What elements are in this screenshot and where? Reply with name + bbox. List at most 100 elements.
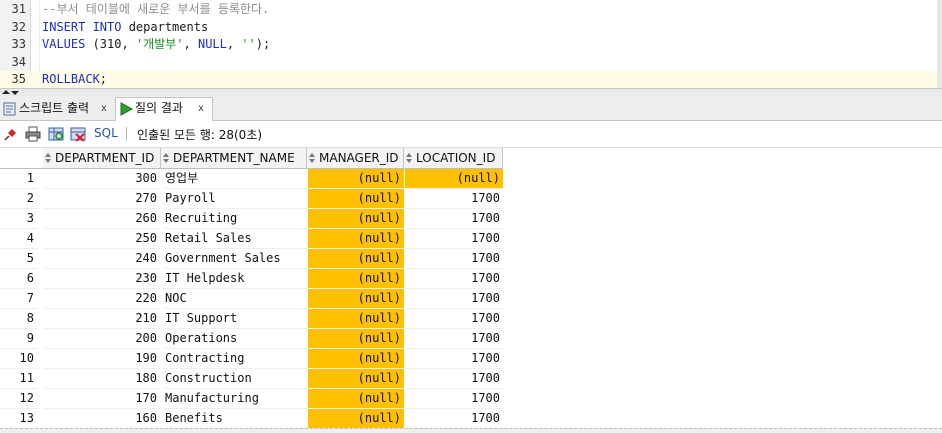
code-text[interactable]: ROLLBACK; [42, 71, 107, 88]
department-name-cell[interactable]: Contracting [163, 349, 307, 369]
department-name-cell[interactable]: IT Support [163, 309, 307, 329]
code-token: ROLLBACK [42, 72, 100, 87]
close-icon[interactable]: x [198, 98, 204, 119]
table-row[interactable]: 4 250 Retail Sales (null) 1700 [0, 229, 942, 249]
location-id-cell[interactable]: 1700 [405, 289, 503, 309]
department-name-cell[interactable]: Recruiting [163, 209, 307, 229]
department-id-cell[interactable]: 170 [44, 389, 160, 409]
location-id-cell-text: 1700 [471, 311, 500, 325]
collapse-down-icon[interactable] [11, 91, 19, 95]
table-row[interactable]: 8 210 IT Support (null) 1700 [0, 309, 942, 329]
table-row[interactable]: 2 270 Payroll (null) 1700 [0, 189, 942, 209]
table-row[interactable]: 13 160 Benefits (null) 1700 [0, 409, 942, 429]
close-icon[interactable]: x [101, 98, 107, 119]
location-id-cell[interactable]: 1700 [405, 249, 503, 269]
row-number-cell-text: 11 [19, 371, 34, 385]
column-header-manager-id[interactable]: MANAGER_ID [307, 148, 404, 169]
column-header-department-name[interactable]: DEPARTMENT_NAME [161, 148, 307, 169]
table-row[interactable]: 7 220 NOC (null) 1700 [0, 289, 942, 309]
sql-button[interactable]: SQL [94, 126, 118, 140]
department-name-cell[interactable]: IT Helpdesk [163, 269, 307, 289]
column-header-department-id[interactable]: DEPARTMENT_ID [43, 148, 161, 169]
table-row[interactable]: 11 180 Construction (null) 1700 [0, 369, 942, 389]
location-id-cell[interactable]: 1700 [405, 229, 503, 249]
refresh-icon[interactable] [48, 126, 64, 142]
location-id-cell[interactable]: 1700 [405, 349, 503, 369]
department-id-cell[interactable]: 210 [44, 309, 160, 329]
location-id-cell[interactable]: 1700 [405, 389, 503, 409]
code-line[interactable]: 33 VALUES (310, '개발부', NULL, ''); [0, 36, 942, 53]
manager-id-cell[interactable]: (null) [308, 329, 404, 349]
table-row[interactable]: 5 240 Government Sales (null) 1700 [0, 249, 942, 269]
department-name-cell[interactable]: Benefits [163, 409, 307, 429]
manager-id-cell[interactable]: (null) [308, 209, 404, 229]
department-id-cell[interactable]: 220 [44, 289, 160, 309]
code-line[interactable]: 31 --부서 테이블에 새로운 부서를 등록한다. [0, 1, 942, 18]
department-name-cell[interactable]: Construction [163, 369, 307, 389]
department-id-cell[interactable]: 250 [44, 229, 160, 249]
department-id-cell[interactable]: 160 [44, 409, 160, 429]
manager-id-cell[interactable]: (null) [308, 369, 404, 389]
print-icon[interactable] [25, 126, 41, 142]
department-name-cell[interactable]: Operations [163, 329, 307, 349]
department-name-cell[interactable]: Payroll [163, 189, 307, 209]
table-row[interactable]: 6 230 IT Helpdesk (null) 1700 [0, 269, 942, 289]
department-name-cell[interactable]: Government Sales [163, 249, 307, 269]
sql-editor[interactable]: 31 --부서 테이블에 새로운 부서를 등록한다. 32 INSERT INTO d… [0, 0, 942, 89]
code-line[interactable]: 32 INSERT INTO departments [0, 19, 942, 36]
department-name-cell[interactable]: Manufacturing [163, 389, 307, 409]
location-id-cell[interactable]: 1700 [405, 209, 503, 229]
department-id-cell[interactable]: 180 [44, 369, 160, 389]
table-row[interactable]: 3 260 Recruiting (null) 1700 [0, 209, 942, 229]
tab-script-output[interactable]: 스크립트 출력 x [0, 98, 113, 119]
department-name-cell-text: 영업부 [165, 171, 199, 185]
location-id-cell[interactable]: 1700 [405, 369, 503, 389]
editor-scrollbar[interactable] [937, 0, 942, 88]
location-id-cell[interactable]: 1700 [405, 269, 503, 289]
department-id-cell[interactable]: 200 [44, 329, 160, 349]
department-id-cell[interactable]: 300 [44, 169, 160, 189]
department-id-cell[interactable]: 230 [44, 269, 160, 289]
manager-id-cell[interactable]: (null) [308, 269, 404, 289]
result-grid[interactable]: DEPARTMENT_ID DEPARTMENT_NAME MANAGER_ID… [0, 148, 942, 432]
location-id-cell[interactable]: 1700 [405, 409, 503, 429]
department-name-cell[interactable]: NOC [163, 289, 307, 309]
department-id-cell[interactable]: 190 [44, 349, 160, 369]
department-name-cell[interactable]: 영업부 [163, 169, 307, 189]
manager-id-cell[interactable]: (null) [308, 309, 404, 329]
result-toolbar: SQL 인출된 모든 행: 28(0초) [0, 121, 942, 148]
code-line[interactable]: 35 ROLLBACK; [0, 71, 942, 89]
manager-id-cell[interactable]: (null) [308, 249, 404, 269]
manager-id-cell[interactable]: (null) [308, 389, 404, 409]
toolbar-divider [126, 127, 127, 141]
code-line[interactable]: 34 [0, 54, 942, 71]
code-text[interactable]: --부서 테이블에 새로운 부서를 등록한다. [42, 1, 269, 18]
location-id-cell[interactable]: 1700 [405, 329, 503, 349]
pin-icon[interactable] [3, 126, 19, 142]
code-text[interactable]: VALUES (310, '개발부', NULL, ''); [42, 36, 270, 53]
delete-icon[interactable] [70, 126, 86, 142]
location-id-cell[interactable]: 1700 [405, 309, 503, 329]
code-text[interactable]: INSERT INTO departments [42, 19, 208, 36]
column-header-location-id[interactable]: LOCATION_ID [404, 148, 503, 169]
table-row[interactable]: 12 170 Manufacturing (null) 1700 [0, 389, 942, 409]
table-row[interactable]: 9 200 Operations (null) 1700 [0, 329, 942, 349]
department-id-cell[interactable]: 260 [44, 209, 160, 229]
tab-query-result[interactable]: 질의 결과 x [115, 97, 213, 121]
department-id-cell[interactable]: 240 [44, 249, 160, 269]
location-id-cell[interactable]: (null) [405, 169, 503, 189]
manager-id-cell[interactable]: (null) [308, 229, 404, 249]
table-row[interactable]: 10 190 Contracting (null) 1700 [0, 349, 942, 369]
collapse-up-icon[interactable] [2, 90, 10, 94]
manager-id-cell[interactable]: (null) [308, 189, 404, 209]
table-row[interactable]: 1 300 영업부 (null) (null) [0, 169, 942, 189]
manager-id-cell[interactable]: (null) [308, 409, 404, 429]
department-id-cell[interactable]: 270 [44, 189, 160, 209]
department-name-cell[interactable]: Retail Sales [163, 229, 307, 249]
horizontal-scrollbar[interactable] [0, 428, 942, 433]
code-token: , [183, 37, 198, 52]
manager-id-cell[interactable]: (null) [308, 349, 404, 369]
manager-id-cell[interactable]: (null) [308, 289, 404, 309]
location-id-cell[interactable]: 1700 [405, 189, 503, 209]
manager-id-cell[interactable]: (null) [308, 169, 404, 189]
